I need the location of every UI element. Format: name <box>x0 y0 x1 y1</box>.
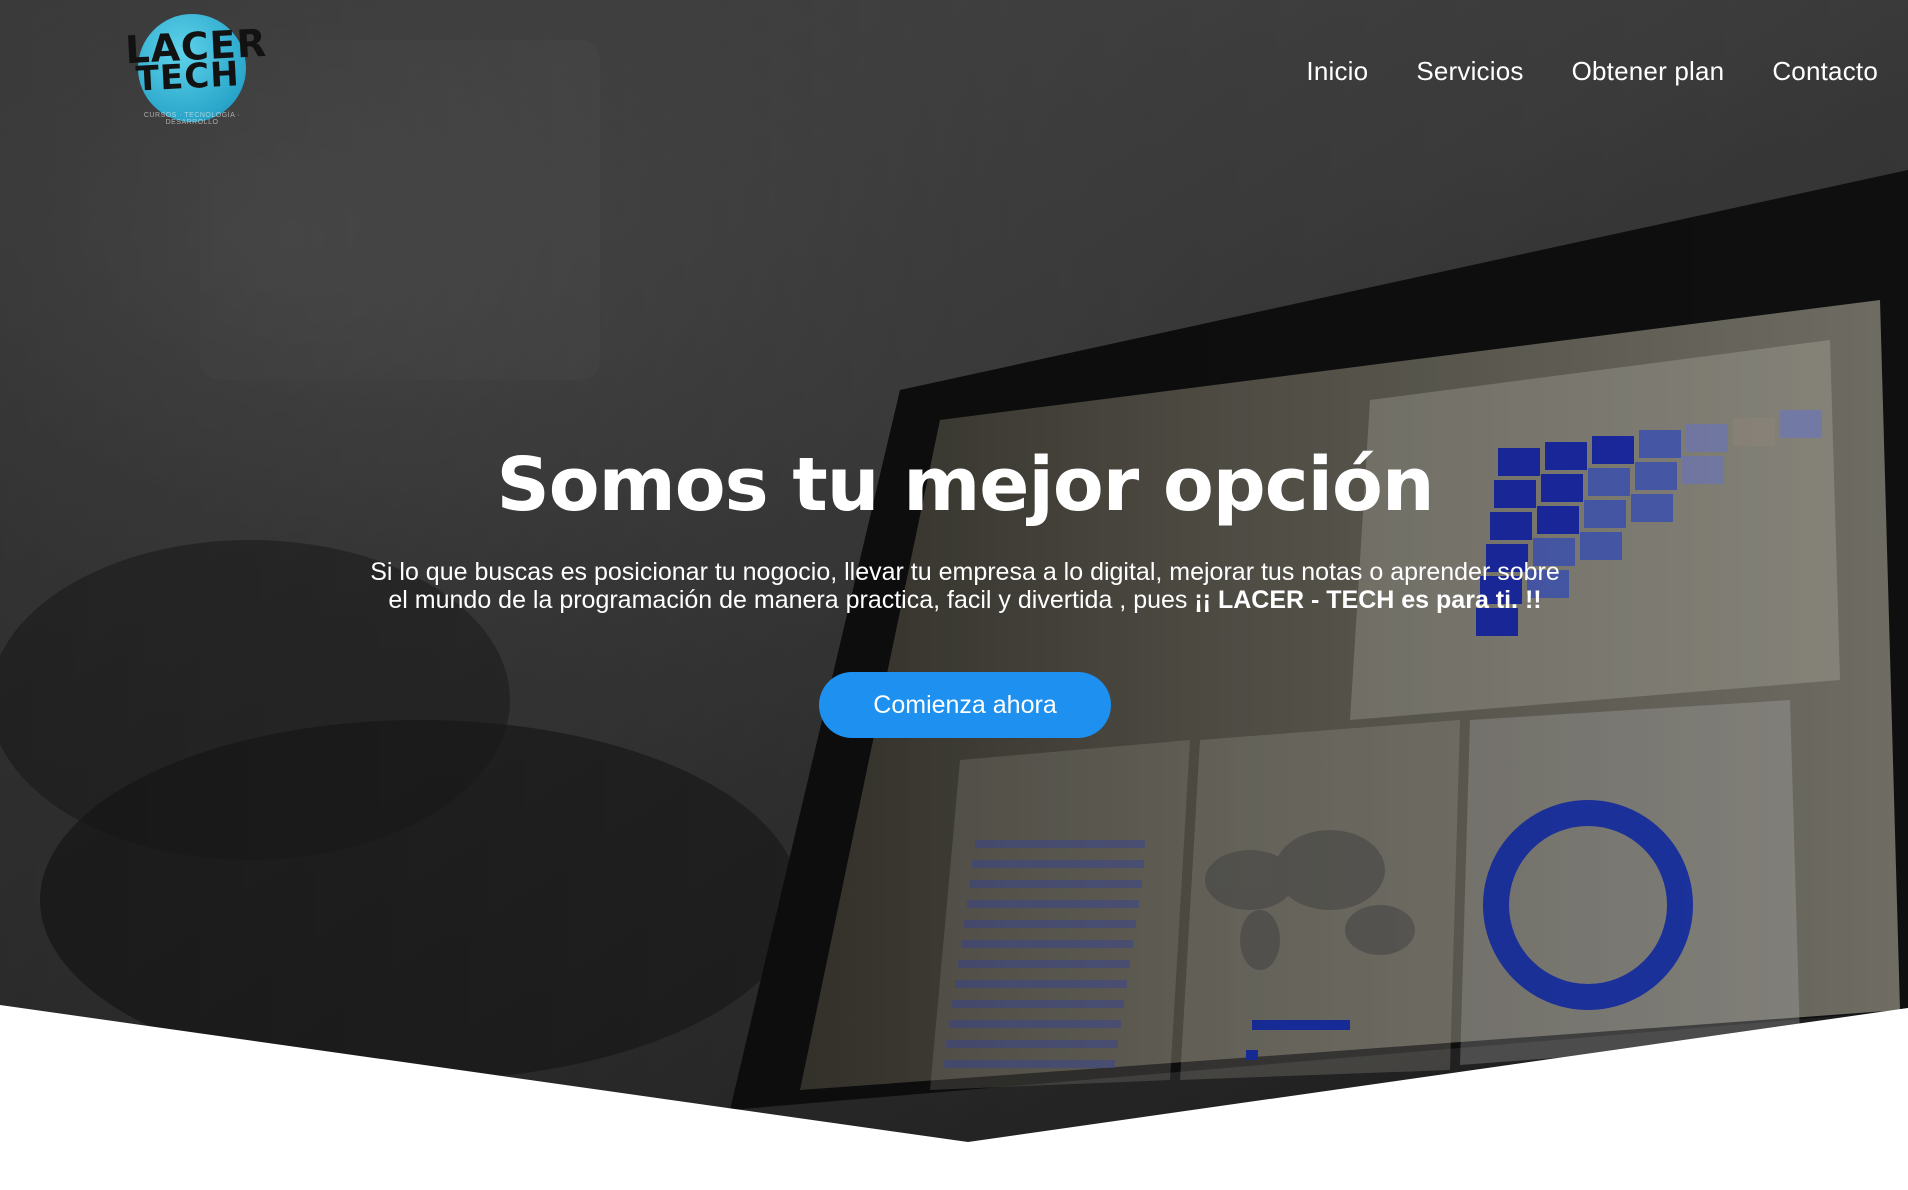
hero-description-highlight: ¡¡ LACER - TECH es para ti. !! <box>1194 586 1542 614</box>
logo-line-2: TECH <box>134 54 241 100</box>
nav-item-obtener-plan: Obtener plan <box>1572 56 1725 87</box>
hero-section: LACER TECH CURSOS · TECNOLOGÍA · DESARRO… <box>0 0 1908 1190</box>
nav-menu: Inicio Servicios Obtener plan Contacto <box>1306 56 1878 87</box>
landing-page: LACER TECH CURSOS · TECNOLOGÍA · DESARRO… <box>0 0 1908 1190</box>
hero-title: Somos tu mejor opción <box>496 442 1434 528</box>
nav-link-contacto[interactable]: Contacto <box>1772 56 1878 86</box>
nav-item-servicios: Servicios <box>1416 56 1523 87</box>
logo-tagline: CURSOS · TECNOLOGÍA · DESARROLLO <box>143 112 241 126</box>
nav-link-obtener-plan[interactable]: Obtener plan <box>1572 56 1725 86</box>
nav-link-servicios[interactable]: Servicios <box>1416 56 1523 86</box>
start-now-button[interactable]: Comienza ahora <box>819 672 1111 738</box>
nav-item-contacto: Contacto <box>1772 56 1878 87</box>
nav-item-inicio: Inicio <box>1306 56 1368 87</box>
navbar: LACER TECH CURSOS · TECNOLOGÍA · DESARRO… <box>0 0 1908 150</box>
hero-content: Somos tu mejor opción Si lo que buscas e… <box>350 430 1580 738</box>
brand-logo[interactable]: LACER TECH CURSOS · TECNOLOGÍA · DESARRO… <box>124 8 268 130</box>
logo-wordmark: LACER TECH <box>124 21 268 100</box>
nav-link-inicio[interactable]: Inicio <box>1306 56 1368 86</box>
hero-description: Si lo que buscas es posicionar tu nogoci… <box>365 558 1565 614</box>
